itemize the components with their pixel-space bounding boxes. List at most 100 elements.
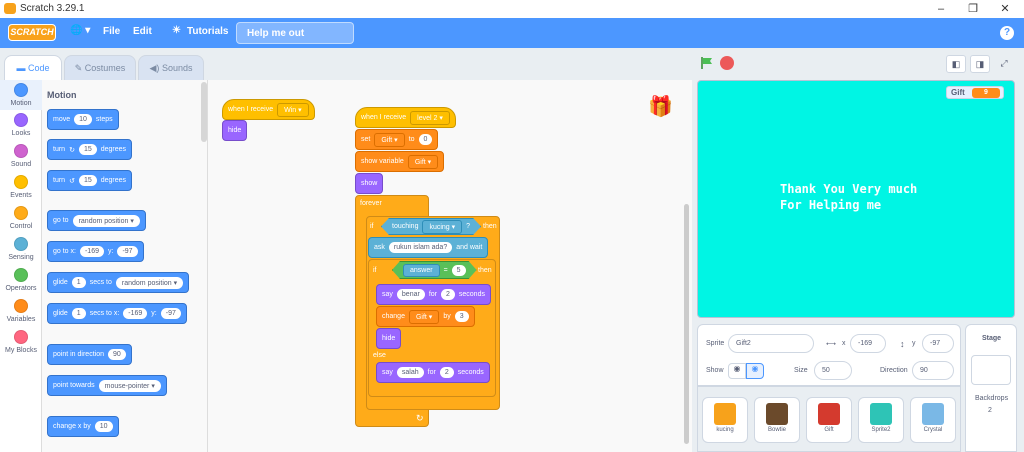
block-go-to-xy[interactable]: go to x: -169 y: -97 <box>47 241 144 262</box>
tab-code[interactable]: ▬ Code <box>4 55 62 80</box>
block-point-towards[interactable]: point towards mouse-pointer ▾ <box>47 375 167 396</box>
block-palette: Motion move 10 steps turn ↻ 15 degrees turn ↺ 1… <box>42 80 208 452</box>
language-menu[interactable]: 🌐 ▾ <box>70 25 90 36</box>
block-hide-2[interactable]: hide <box>376 328 402 349</box>
sprite-thumb-crystal[interactable]: Crystal <box>910 397 956 443</box>
sprite-label: Sprite <box>706 340 725 347</box>
gift-icon <box>818 403 840 425</box>
category-looks[interactable]: Looks <box>0 113 42 137</box>
forever-label: forever <box>360 200 382 207</box>
x-arrows-icon: ⟷ <box>826 341 837 348</box>
sprite-thumb-gift[interactable]: Gift <box>806 397 852 443</box>
file-menu[interactable]: File <box>103 26 120 37</box>
help-icon[interactable]: ? <box>1000 26 1014 40</box>
stage-selector-panel[interactable]: Stage Backdrops 2 <box>965 324 1017 452</box>
category-motion[interactable]: Motion <box>0 80 42 110</box>
palette-scrollbar[interactable] <box>201 82 207 142</box>
then2-label: then <box>478 267 492 274</box>
if2-label: if <box>373 267 377 274</box>
minimize-button[interactable]: – <box>928 1 954 17</box>
block-say-benar[interactable]: say benar for 2 seconds <box>376 284 491 305</box>
project-title-input[interactable]: Help me out <box>236 22 354 44</box>
sprite-thumb-bowtie[interactable]: Bowtie <box>754 397 800 443</box>
category-operators[interactable]: Operators <box>0 268 42 292</box>
y-input[interactable]: -97 <box>922 334 954 353</box>
edit-menu[interactable]: Edit <box>133 26 152 37</box>
block-ask-and-wait[interactable]: ask rukun islam ada? and wait <box>368 237 489 258</box>
category-menu: Motion Looks Sound Events Control Sensin… <box>0 80 42 452</box>
menu-bar: SCRATCH 🌐 ▾ File Edit ☀ Tutorials Help m… <box>0 18 1024 48</box>
category-events[interactable]: Events <box>0 175 42 199</box>
y-label: y <box>912 340 916 347</box>
sound-dot-icon <box>14 144 28 158</box>
direction-input[interactable]: 90 <box>912 361 954 380</box>
small-stage-icon[interactable]: ◧ <box>946 55 966 73</box>
block-turn-left[interactable]: turn ↺ 15 degrees <box>47 170 133 191</box>
else-label: else <box>373 352 386 359</box>
size-input[interactable]: 50 <box>814 361 852 380</box>
monitor-value: 9 <box>972 88 1000 98</box>
block-equals[interactable]: answer = 5 <box>392 261 477 279</box>
cat-icon <box>714 403 736 425</box>
maximize-button[interactable]: ❐ <box>960 1 986 17</box>
block-hide[interactable]: hide <box>222 120 248 141</box>
block-touching[interactable]: touching kucing ▾? <box>381 218 481 235</box>
block-set-variable[interactable]: set Gift ▾ to 0 <box>355 129 439 150</box>
block-show-variable[interactable]: show variable Gift ▾ <box>355 151 445 172</box>
block-show[interactable]: show <box>355 173 384 194</box>
category-sound[interactable]: Sound <box>0 144 42 168</box>
fullscreen-icon[interactable]: ⤢ <box>994 55 1014 73</box>
close-button[interactable]: ✕ <box>992 1 1018 17</box>
window-title: Scratch 3.29.1 <box>20 3 85 14</box>
tutorials-icon: ☀ <box>172 25 181 36</box>
block-glide-random[interactable]: glide 1 secs to random position ▾ <box>47 272 190 293</box>
hat-when-i-receive-level2[interactable]: when I receive level 2 ▾ <box>355 107 456 128</box>
tab-costumes[interactable]: ✎ Costumes <box>64 55 136 80</box>
turn-left-icon: ↺ <box>69 177 75 185</box>
backdrops-label: Backdrops <box>975 395 1009 402</box>
category-control[interactable]: Control <box>0 206 42 230</box>
block-change-variable[interactable]: change Gift ▾ by 3 <box>376 306 475 327</box>
my-blocks-dot-icon <box>14 330 28 344</box>
green-flag-icon[interactable] <box>700 56 714 70</box>
workspace-scrollbar[interactable] <box>684 204 689 444</box>
hat-when-i-receive-win[interactable]: when I receive Win ▾ <box>222 99 315 120</box>
block-go-to[interactable]: go to random position ▾ <box>47 210 146 231</box>
sprite-info-panel: Sprite Gift2 ⟷ x -169 ↕ y -97 Show ◉ ◉ S… <box>697 324 961 386</box>
stop-icon[interactable] <box>720 56 734 70</box>
motion-dot-icon <box>14 83 28 97</box>
block-glide-xy[interactable]: glide 1 secs to x: -169 y: -97 <box>47 303 187 324</box>
direction-label: Direction <box>880 367 908 374</box>
speaker-icon: ◀) <box>149 63 162 73</box>
then-label: then <box>483 223 497 230</box>
category-variables[interactable]: Variables <box>0 299 42 323</box>
size-label: Size <box>794 367 808 374</box>
turn-right-icon: ↻ <box>69 146 75 154</box>
block-change-x[interactable]: change x by 10 <box>47 416 119 437</box>
tutorials-menu[interactable]: Tutorials <box>187 26 228 37</box>
sensing-dot-icon <box>14 237 28 251</box>
show-visible-icon[interactable]: ◉ <box>728 363 746 379</box>
block-say-salah[interactable]: say salah for 2 seconds <box>376 362 490 383</box>
backdrop-thumbnail[interactable] <box>971 355 1011 385</box>
category-my-blocks[interactable]: My Blocks <box>0 330 42 354</box>
gift-sprite-icon: 🎁 <box>648 96 673 118</box>
block-move-steps[interactable]: move 10 steps <box>47 109 119 130</box>
normal-stage-icon[interactable]: ◨ <box>970 55 990 73</box>
operators-dot-icon <box>14 268 28 282</box>
scratch-logo[interactable]: SCRATCH <box>8 24 56 41</box>
sprite2-icon <box>870 403 892 425</box>
if-label: if <box>370 223 374 230</box>
control-dot-icon <box>14 206 28 220</box>
brush-icon: ✎ <box>74 63 85 73</box>
category-sensing[interactable]: Sensing <box>0 237 42 261</box>
x-label: x <box>842 340 846 347</box>
hide-visible-icon[interactable]: ◉ <box>746 363 764 379</box>
block-turn-right[interactable]: turn ↻ 15 degrees <box>47 139 133 160</box>
sprite-name-input[interactable]: Gift2 <box>728 334 814 353</box>
sprite-thumb-sprite2[interactable]: Sprite2 <box>858 397 904 443</box>
tab-sounds[interactable]: ◀) Sounds <box>138 55 204 80</box>
block-point-direction[interactable]: point in direction 90 <box>47 344 132 365</box>
sprite-thumb-kucing[interactable]: kucing <box>702 397 748 443</box>
x-input[interactable]: -169 <box>850 334 886 353</box>
